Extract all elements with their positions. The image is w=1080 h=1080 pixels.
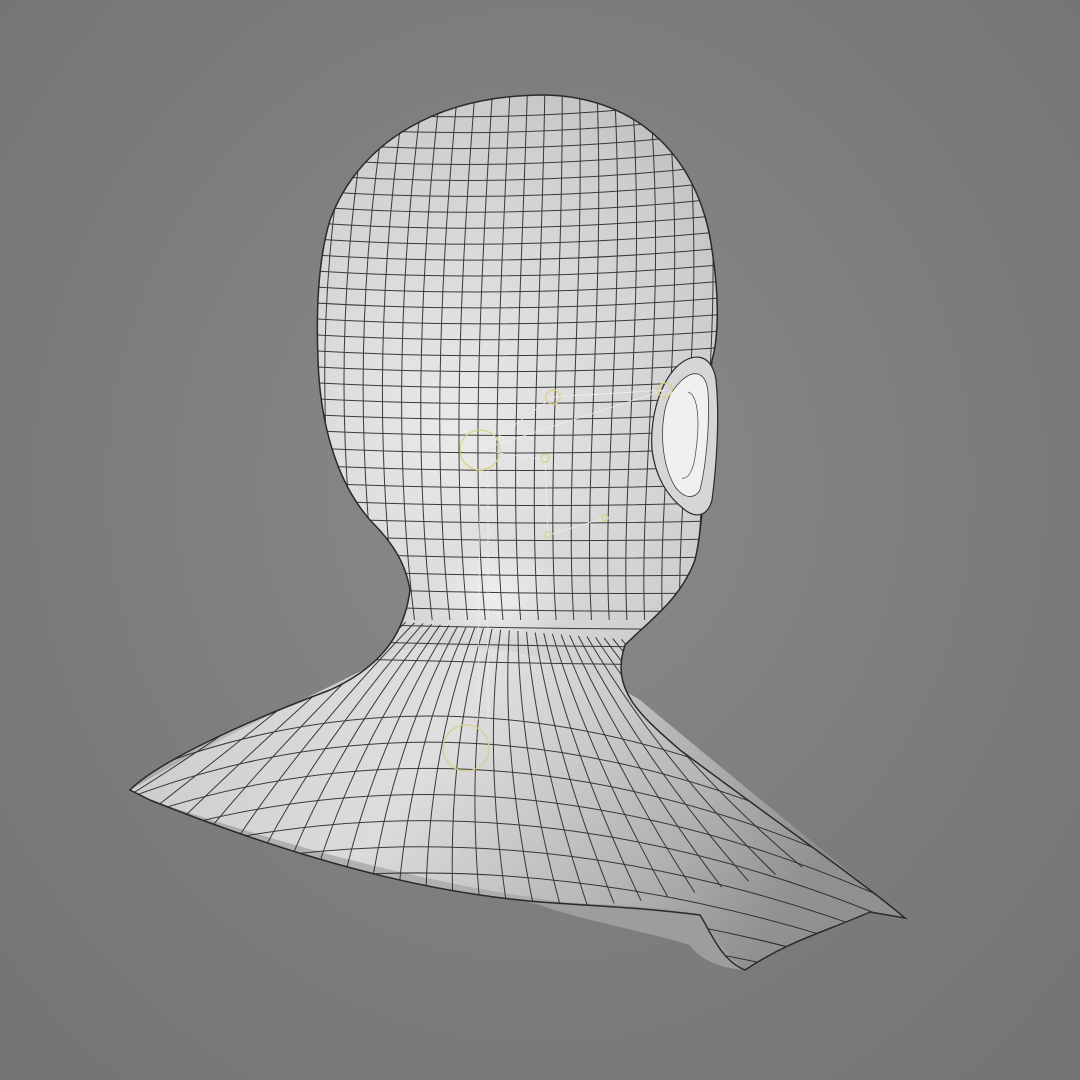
edge-loop <box>130 950 905 970</box>
edge-loop <box>285 95 320 621</box>
viewport-canvas[interactable] <box>0 0 1080 1080</box>
edge-loop <box>714 95 733 621</box>
edge-loop <box>266 95 302 621</box>
shoulder-shading <box>130 646 905 970</box>
edge-loop <box>732 95 752 621</box>
3d-viewport[interactable] <box>0 0 1080 1080</box>
head-bust-mesh[interactable] <box>102 90 920 1022</box>
